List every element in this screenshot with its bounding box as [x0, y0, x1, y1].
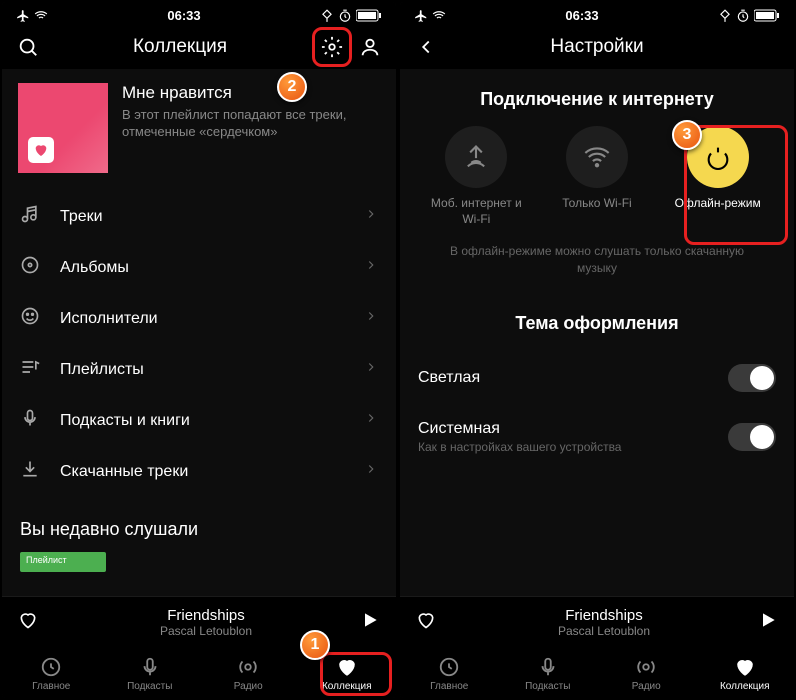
tab-radio[interactable]: Радио — [611, 656, 681, 692]
theme-light-row: Светлая — [400, 350, 794, 406]
tab-podcasts[interactable]: Подкасты — [513, 656, 583, 692]
chevron-right-icon — [364, 360, 378, 379]
connection-hint: В офлайн-режиме можно слушать только ска… — [400, 237, 794, 293]
status-time: 06:33 — [565, 8, 598, 23]
search-icon[interactable] — [16, 35, 40, 59]
liked-subtitle: В этот плейлист попадают все треки, отме… — [122, 107, 380, 141]
play-icon[interactable] — [360, 610, 380, 635]
profile-icon[interactable] — [358, 35, 382, 59]
player-track: Friendships — [450, 607, 758, 624]
tab-collection[interactable]: Коллекция — [710, 656, 780, 692]
tab-radio[interactable]: Радио — [213, 656, 283, 692]
heart-icon[interactable] — [416, 610, 436, 635]
screen-settings: 06:33 Настройки Подключение к интернету … — [400, 2, 794, 698]
header: Коллекция — [2, 25, 396, 69]
menu-podcasts[interactable]: Подкасты и книги — [2, 395, 396, 446]
header: Настройки — [400, 25, 794, 69]
section-theme: Тема оформления — [400, 293, 794, 350]
menu-list: Треки Альбомы Исполнители Плейлисты Подк… — [2, 183, 396, 505]
screen-collection: 06:33 Коллекция 2 Мне нравится В этот пл… — [2, 2, 396, 698]
section-connection: Подключение к интернету — [400, 69, 794, 126]
mini-player[interactable]: FriendshipsPascal Letoublon — [400, 596, 794, 648]
status-bar: 06:33 — [2, 2, 396, 25]
tab-home[interactable]: Главное — [414, 656, 484, 692]
menu-downloads[interactable]: Скачанные треки — [2, 446, 396, 497]
heart-icon[interactable] — [18, 610, 38, 635]
marker-2: 2 — [277, 72, 307, 102]
chevron-right-icon — [364, 462, 378, 481]
tab-bar: Главное Подкасты Радио Коллекция — [2, 648, 396, 698]
tab-home[interactable]: Главное — [16, 656, 86, 692]
conn-mobile-wifi[interactable]: Моб. интернет и Wi-Fi — [421, 126, 531, 227]
tab-podcasts[interactable]: Подкасты — [115, 656, 185, 692]
chevron-right-icon — [364, 309, 378, 328]
connection-options: Моб. интернет и Wi-Fi Только Wi-Fi Офлай… — [400, 126, 794, 237]
play-icon[interactable] — [758, 610, 778, 635]
recent-heading: Вы недавно слушали — [2, 505, 396, 546]
tab-collection[interactable]: Коллекция — [312, 656, 382, 692]
playlist-chip[interactable]: Плейлист — [20, 552, 106, 572]
player-track: Friendships — [52, 607, 360, 624]
chevron-right-icon — [364, 207, 378, 226]
status-time: 06:33 — [167, 8, 200, 23]
chevron-right-icon — [364, 258, 378, 277]
player-artist: Pascal Letoublon — [450, 624, 758, 638]
conn-wifi-only[interactable]: Только Wi-Fi — [542, 126, 652, 227]
marker-3: 3 — [672, 120, 702, 150]
tab-bar: Главное Подкасты Радио Коллекция — [400, 648, 794, 698]
marker-1: 1 — [300, 630, 330, 660]
liked-title: Мне нравится — [122, 83, 380, 103]
mini-player[interactable]: FriendshipsPascal Letoublon — [2, 596, 396, 648]
menu-tracks[interactable]: Треки — [2, 191, 396, 242]
menu-playlists[interactable]: Плейлисты — [2, 344, 396, 395]
page-title: Коллекция — [40, 36, 320, 58]
status-bar: 06:33 — [400, 2, 794, 25]
liked-playlist[interactable]: Мне нравится В этот плейлист попадают вс… — [2, 69, 396, 183]
toggle-light[interactable] — [728, 364, 776, 392]
chevron-right-icon — [364, 411, 378, 430]
menu-artists[interactable]: Исполнители — [2, 293, 396, 344]
menu-albums[interactable]: Альбомы — [2, 242, 396, 293]
theme-system-row: СистемнаяКак в настройках вашего устройс… — [400, 406, 794, 468]
page-title: Настройки — [438, 36, 756, 58]
gear-icon[interactable] — [320, 35, 344, 59]
liked-cover — [18, 83, 108, 173]
toggle-system[interactable] — [728, 423, 776, 451]
back-icon[interactable] — [414, 35, 438, 59]
